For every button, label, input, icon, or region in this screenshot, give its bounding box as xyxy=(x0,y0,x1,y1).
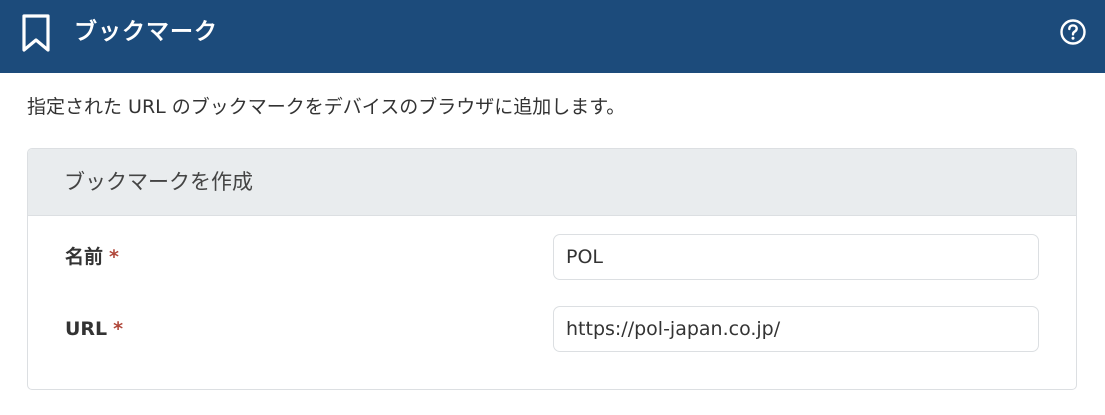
bookmark-icon xyxy=(22,14,50,52)
required-mark: * xyxy=(109,246,119,268)
name-input[interactable] xyxy=(553,234,1039,280)
card-header: ブックマークを作成 xyxy=(28,149,1076,216)
url-field-label: URL * xyxy=(65,317,123,341)
name-field-label: 名前 * xyxy=(65,245,119,269)
url-label-text: URL xyxy=(65,318,108,340)
help-icon[interactable] xyxy=(1059,18,1087,46)
create-bookmark-card: ブックマークを作成 名前* URL* xyxy=(27,148,1077,390)
page-title: ブックマーク xyxy=(74,19,218,45)
app-header: ブックマーク xyxy=(0,0,1105,73)
required-mark: * xyxy=(113,318,124,340)
page-description: 指定された URL のブックマークをデバイスのブラウザに追加します。 xyxy=(27,96,626,118)
name-label-text: 名前 xyxy=(65,246,104,268)
url-input[interactable] xyxy=(553,306,1039,352)
card-title: ブックマークを作成 xyxy=(64,170,253,194)
